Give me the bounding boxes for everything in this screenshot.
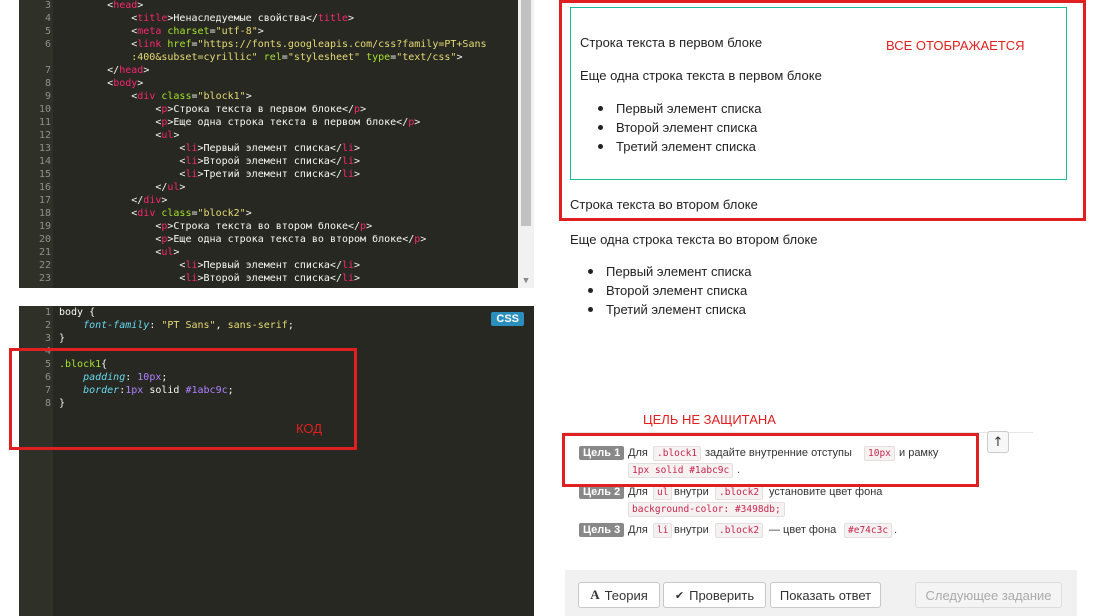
list-bullet [588,307,593,312]
html-code-line: <p>Еще одна строка текста во втором блок… [59,234,427,245]
html-code-line: <link href="https://fonts.googleapis.com… [59,39,487,50]
html-code-line: <li>Второй элемент списка</li> [59,273,361,284]
theory-label: Теория [604,587,648,603]
next-task-label: Следующее задание [925,587,1052,603]
goal-code: .block2 [715,485,764,500]
goal-2-badge: Цель 2 [579,485,625,499]
theory-button[interactable]: A Теория [578,582,660,608]
line-number: 1 [44,307,51,318]
goal-code: .block2 [715,523,764,538]
line-number: 13 [38,143,51,154]
goal-text: внутри [674,486,709,498]
line-number: 22 [38,260,51,271]
line-number: 20 [38,234,51,245]
line-number: 10 [38,104,51,115]
line-number: 18 [38,208,51,219]
html-code-line: <div class="block1"> [59,91,252,102]
scrollbar-thumb[interactable] [521,0,531,226]
html-code-line: <div class="block2"> [59,208,252,219]
html-code-line: <p>Строка текста во втором блоке</p> [59,221,373,232]
goal-text: внутри [674,524,709,536]
goal-1-highlight-box [562,433,979,487]
collapse-goals-button[interactable]: ↑ [987,431,1009,453]
check-button[interactable]: ✔ Проверить [663,582,766,608]
list-bullet [588,269,593,274]
html-code-line: </ul> [59,182,186,193]
scroll-down-arrow-icon[interactable]: ▼ [520,276,532,286]
block2-paragraph-2: Еще одна строка текста во втором блоке [570,232,818,247]
html-code-line: <p>Строка текста в первом блоке</p> [59,104,367,115]
list-bullet [588,288,593,293]
css-language-badge: CSS [491,312,524,326]
css-code-line: font-family: "PT Sans", sans-serif; [59,320,294,331]
code-note: КОД [296,421,323,436]
goal-text: установите цвет фона [769,486,883,498]
css-code-line: } [59,333,66,344]
html-code-line: <body> [59,78,144,89]
block2-list-item: Первый элемент списка [606,264,752,279]
block2-list-item: Второй элемент списка [606,283,748,298]
preview-note: ВСЕ ОТОБРАЖАЕТСЯ [886,38,1025,53]
line-number: 9 [44,91,51,102]
html-code-line: </head> [59,65,150,76]
line-number: 21 [38,247,51,258]
line-number: 2 [44,320,51,331]
line-number: 14 [38,156,51,167]
line-number: 11 [38,117,51,128]
line-number [19,51,51,64]
goal-text: Для [628,524,648,536]
html-code-line: <head> [59,0,144,11]
line-number: 17 [38,195,51,206]
line-number: 6 [44,39,51,50]
goal-3-badge: Цель 3 [579,523,625,537]
editor-scrollbar[interactable]: ▼ [518,0,534,288]
line-number: 19 [38,221,51,232]
goal-code: background-color: #3498db; [628,502,785,517]
action-bar: A Теория ✔ Проверить Показать ответ След… [565,570,1077,616]
css-code-line: body { [59,307,96,318]
block2-list-item: Третий элемент списка [606,302,746,317]
html-code-line: <ul> [59,130,180,141]
line-number: 3 [44,333,51,344]
goal-failed-note: ЦЕЛЬ НЕ ЗАЩИТАНА [643,412,776,427]
html-code-line: <ul> [59,247,180,258]
goal-text: . [894,524,898,536]
goal-code: ul [653,485,673,500]
goal-code: li [653,523,673,538]
preview-highlight-box [559,0,1086,221]
line-number: 15 [38,169,51,180]
line-number: 3 [44,0,51,11]
line-number: 23 [38,273,51,284]
show-answer-label: Показать ответ [779,587,872,603]
line-number: 8 [44,78,51,89]
goal-text: Для [628,486,648,498]
html-code-line: </div> [59,195,168,206]
line-number: 4 [44,13,51,24]
line-number: 12 [38,130,51,141]
html-code-line: <title>Ненаследуемые свойства</title> [59,13,355,24]
check-icon: ✔ [674,589,685,602]
line-number: 16 [38,182,51,193]
html-code-line: <li>Второй элемент списка</li> [59,156,361,167]
html-code-line: :400&subset=cyrillic" rel="stylesheet" t… [59,52,463,63]
html-code-line: <li>Первый элемент списка</li> [59,143,361,154]
arrow-up-icon: ↑ [992,435,1004,450]
check-label: Проверить [689,587,755,603]
goal-text: — цвет фона [769,524,837,536]
line-number: 7 [44,65,51,76]
html-code-line: <meta charset="utf-8"> [59,26,264,37]
show-answer-button[interactable]: Показать ответ [770,582,881,608]
next-task-button[interactable]: Следующее задание [915,582,1062,608]
html-code-line: <li>Третий элемент списка</li> [59,169,361,180]
html-code-line: <p>Еще одна строка текста в первом блоке… [59,117,421,128]
font-icon: A [590,587,600,602]
goal-code: #e74c3c [844,523,893,538]
line-number: 5 [44,26,51,37]
html-code-editor[interactable]: 3 <head> 4 <title>Ненаследуемые свойства<… [19,0,534,288]
html-code-line: <li>Первый элемент списка</li> [59,260,361,271]
